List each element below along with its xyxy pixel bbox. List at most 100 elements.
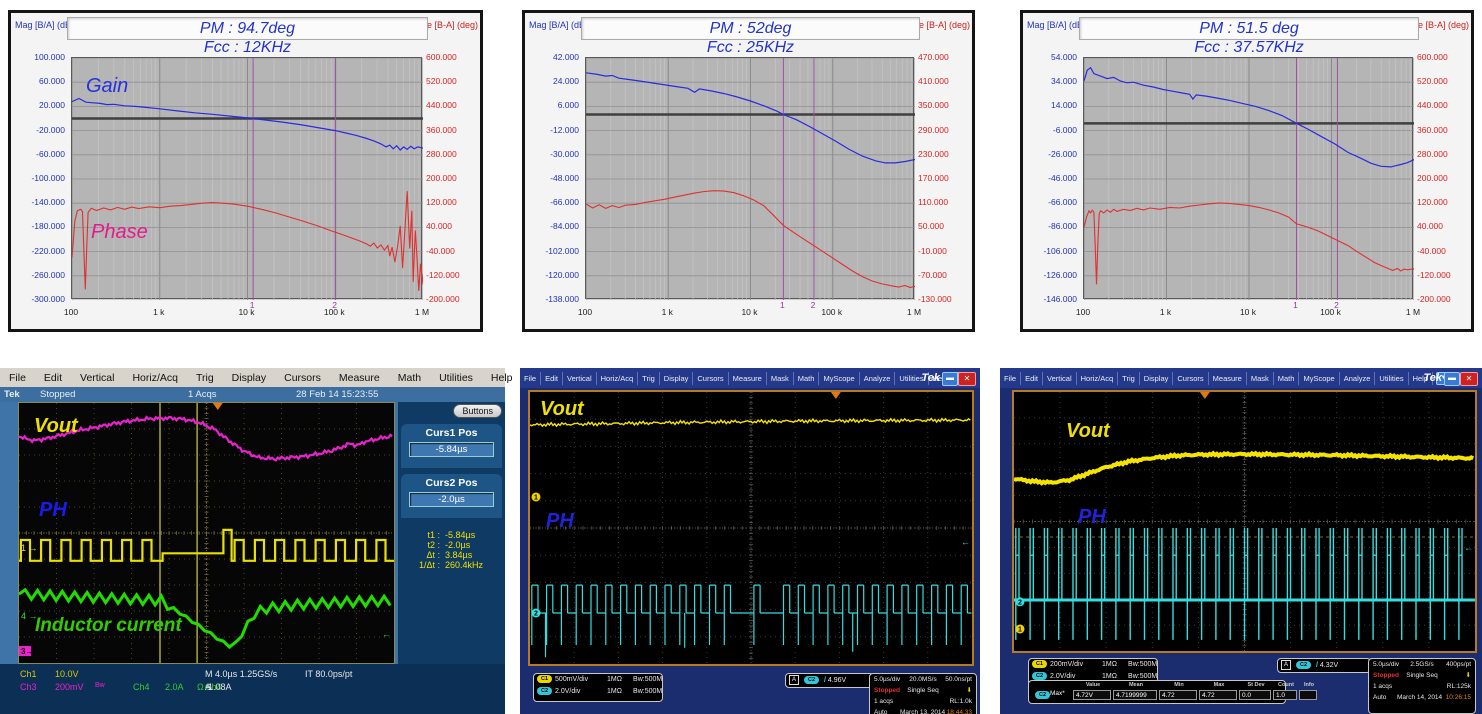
menu-item-file[interactable]: File	[0, 372, 35, 384]
mag-tick-label: -140.000	[13, 197, 65, 207]
menu-item-cursors[interactable]: Cursors	[275, 372, 330, 384]
mag-tick-label: -138.000	[527, 294, 579, 304]
menu-item-display[interactable]: Display	[1140, 372, 1174, 385]
mag-tick-label: -100.000	[13, 173, 65, 183]
phase-tick-label: 440.000	[1417, 100, 1448, 110]
mag-tick-label: 54.000	[1025, 52, 1077, 62]
menu-item-vertical[interactable]: Vertical	[1043, 372, 1077, 385]
bode-plot	[585, 57, 914, 299]
channel-scale: 2.0V/div	[555, 686, 607, 698]
menu-item-mask[interactable]: Mask	[1247, 372, 1274, 385]
channel-pill-icon[interactable]: C2	[537, 687, 552, 695]
cursor-number-label[interactable]: 2	[1331, 300, 1341, 310]
sample-rate: 2.5GS/s	[1410, 659, 1433, 670]
cursor-number-label[interactable]: 2	[808, 300, 818, 310]
menu-item-display[interactable]: Display	[660, 372, 694, 385]
trigger-position-arrow-icon[interactable]: ←	[1464, 542, 1473, 552]
menu-item-measure[interactable]: Measure	[1209, 372, 1247, 385]
menu-item-math[interactable]: Math	[1274, 372, 1300, 385]
menu-item-edit[interactable]: Edit	[541, 372, 563, 385]
meas-header: Info	[1299, 682, 1319, 688]
mag-tick-label: -46.000	[1025, 173, 1077, 183]
date: March 13, 2014	[900, 707, 945, 714]
trigger-level: -1.08A	[205, 682, 232, 692]
close-icon[interactable]: ✕	[1460, 372, 1478, 386]
menu-item-utilities[interactable]: Utilities	[430, 372, 482, 384]
phase-tick-label: 290.000	[918, 125, 949, 135]
channel-pill-icon[interactable]: C2	[1032, 672, 1047, 680]
menu-item-mask[interactable]: Mask	[767, 372, 794, 385]
phase-tick-label: 600.000	[1417, 52, 1448, 62]
timebase-readout: M 4.0µs 1.25GS/s	[205, 669, 277, 679]
freq-tick-label: 1 k	[652, 307, 682, 317]
trigger-position-arrow-icon[interactable]: ←	[961, 537, 970, 547]
menu-item-cursors[interactable]: Cursors	[693, 372, 728, 385]
curs1-pos-value[interactable]: -5.84µs	[409, 442, 494, 457]
menu-item-math[interactable]: Math	[389, 372, 430, 384]
phase-tick-label: -120.000	[1417, 270, 1451, 280]
trigger-level-arrow-icon[interactable]: ←	[382, 629, 391, 639]
menu-item-vertical[interactable]: Vertical	[71, 372, 123, 384]
menu-item-edit[interactable]: Edit	[1021, 372, 1043, 385]
minimize-icon[interactable]: ▬	[942, 372, 958, 386]
cursor-readout-line: 1/Δt :260.4kHz	[404, 560, 500, 570]
menu-item-horizacq[interactable]: Horiz/Acq	[597, 372, 639, 385]
menu-item-trig[interactable]: Trig	[638, 372, 660, 385]
minimize-icon[interactable]: ▬	[1444, 372, 1460, 386]
close-icon[interactable]: ✕	[958, 372, 976, 386]
ch3-label[interactable]: Ch3	[20, 682, 37, 692]
tek-logo: Tek	[921, 372, 940, 384]
menu-item-trig[interactable]: Trig	[187, 372, 223, 384]
meas-header: Mean	[1113, 682, 1159, 688]
menu-item-cursors[interactable]: Cursors	[1173, 372, 1208, 385]
curs2-pos-label: Curs2 Pos	[401, 477, 502, 489]
buttons-button[interactable]: Buttons	[453, 404, 502, 418]
channel-pill-icon[interactable]: C1	[537, 675, 552, 683]
freq-tick-label: 1 M	[1398, 307, 1428, 317]
meas-header: St Dev	[1239, 682, 1273, 688]
menu-item-edit[interactable]: Edit	[35, 372, 71, 384]
mag-axis-label: Mag [B/A] (dB)	[15, 20, 74, 30]
cursor-number-label[interactable]: 2	[330, 300, 340, 310]
sample-mode-readout: IT 80.0ps/pt	[305, 669, 352, 679]
ch1-label[interactable]: Ch1	[20, 669, 37, 679]
channel-1-marker-icon[interactable]: 1 →	[21, 543, 38, 553]
curs2-pos-value[interactable]: -2.0µs	[409, 492, 494, 507]
menu-item-help[interactable]: Help	[482, 372, 522, 384]
menu-item-myscope[interactable]: MyScope	[1299, 372, 1339, 385]
menu-item-file[interactable]: File	[520, 372, 541, 385]
menu-item-horizacq[interactable]: Horiz/Acq	[123, 372, 187, 384]
menu-item-measure[interactable]: Measure	[729, 372, 767, 385]
phase-tick-label: 110.000	[918, 197, 948, 207]
menu-item-analyze[interactable]: Analyze	[860, 372, 896, 385]
phase-tick-label: 200.000	[1417, 173, 1448, 183]
channel-readout-row: C1500mV/div1MΩBw:500M	[534, 674, 662, 686]
cursor-number-label[interactable]: 1	[1291, 300, 1301, 310]
phase-tick-label: 230.000	[918, 149, 949, 159]
menu-item-horizacq[interactable]: Horiz/Acq	[1077, 372, 1119, 385]
mag-tick-label: -26.000	[1025, 149, 1077, 159]
acqs-count: 1 Acqs	[188, 389, 217, 400]
menu-item-measure[interactable]: Measure	[330, 372, 389, 384]
cursor-number-label[interactable]: 1	[777, 300, 787, 310]
menu-item-myscope[interactable]: MyScope	[819, 372, 859, 385]
menu-item-utilities[interactable]: Utilities	[1375, 372, 1408, 385]
menu-item-trig[interactable]: Trig	[1118, 372, 1140, 385]
mag-tick-label: -6.000	[1025, 125, 1077, 135]
channel-pill-icon[interactable]: C1	[1032, 660, 1047, 668]
ch4-label[interactable]: Ch4	[133, 682, 150, 692]
menu-item-analyze[interactable]: Analyze	[1340, 372, 1376, 385]
ch1-scale: 10.0V	[55, 669, 79, 679]
pm-title: PM : 94.7deg	[200, 20, 295, 37]
menu-item-display[interactable]: Display	[223, 372, 275, 384]
menu-item-math[interactable]: Math	[794, 372, 820, 385]
cursor-number-label[interactable]: 1	[247, 300, 257, 310]
meas-value-cell: 4.7199999	[1113, 690, 1157, 700]
mag-tick-label: -260.000	[13, 270, 65, 280]
mag-tick-label: -180.000	[13, 221, 65, 231]
menu-item-vertical[interactable]: Vertical	[563, 372, 597, 385]
phase-curve-label: Phase	[91, 221, 148, 244]
arrow-down-icon: ⬇	[1466, 670, 1471, 681]
phase-tick-label: -200.000	[426, 294, 460, 304]
menu-item-file[interactable]: File	[1000, 372, 1021, 385]
